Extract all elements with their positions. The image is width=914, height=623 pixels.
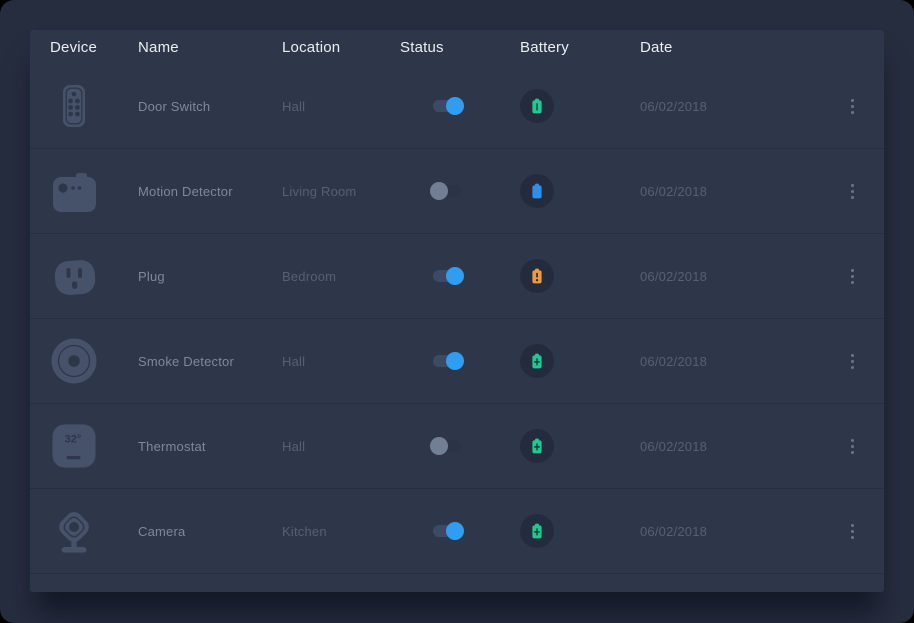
screen: Device Name Location Status Battery Date… bbox=[0, 0, 914, 623]
table-body: Door Switch Hall 06/02/2018 bbox=[30, 64, 884, 574]
device-date: 06/02/2018 bbox=[640, 354, 820, 369]
column-header-name: Name bbox=[138, 39, 282, 56]
status-cell bbox=[400, 352, 520, 370]
battery-cell bbox=[520, 89, 640, 123]
toggle-knob bbox=[430, 437, 448, 455]
table-row: Motion Detector Living Room 06/ bbox=[30, 149, 884, 234]
status-toggle[interactable] bbox=[430, 352, 464, 370]
remote-icon bbox=[50, 82, 98, 130]
column-header-battery: Battery bbox=[520, 39, 640, 56]
device-location: Kitchen bbox=[282, 524, 400, 539]
column-header-location: Location bbox=[282, 39, 400, 56]
kebab-menu-icon[interactable] bbox=[845, 348, 860, 375]
motion-icon bbox=[50, 167, 98, 215]
kebab-menu-icon[interactable] bbox=[845, 433, 860, 460]
device-date: 06/02/2018 bbox=[640, 439, 820, 454]
kebab-menu-icon[interactable] bbox=[845, 263, 860, 290]
table-row: Plug Bedroom 06/02/2018 bbox=[30, 234, 884, 319]
battery-icon bbox=[527, 181, 547, 201]
device-date: 06/02/2018 bbox=[640, 269, 820, 284]
battery-icon bbox=[527, 351, 547, 371]
battery-cell bbox=[520, 344, 640, 378]
device-cell bbox=[30, 252, 138, 300]
battery-cell bbox=[520, 514, 640, 548]
menu-cell bbox=[820, 178, 884, 205]
battery-cell bbox=[520, 174, 640, 208]
device-cell bbox=[30, 82, 138, 130]
status-cell bbox=[400, 182, 520, 200]
device-date: 06/02/2018 bbox=[640, 184, 820, 199]
device-name: Plug bbox=[138, 269, 282, 284]
device-cell bbox=[30, 507, 138, 555]
status-toggle[interactable] bbox=[430, 522, 464, 540]
device-date: 06/02/2018 bbox=[640, 524, 820, 539]
battery-indicator bbox=[520, 429, 554, 463]
device-name: Door Switch bbox=[138, 99, 282, 114]
battery-icon bbox=[527, 436, 547, 456]
device-name: Motion Detector bbox=[138, 184, 282, 199]
device-cell bbox=[30, 167, 138, 215]
column-header-device: Device bbox=[30, 39, 138, 56]
device-name: Camera bbox=[138, 524, 282, 539]
battery-indicator bbox=[520, 174, 554, 208]
toggle-knob bbox=[446, 97, 464, 115]
kebab-menu-icon[interactable] bbox=[845, 518, 860, 545]
status-toggle[interactable] bbox=[430, 97, 464, 115]
toggle-knob bbox=[430, 182, 448, 200]
toggle-knob bbox=[446, 267, 464, 285]
status-cell bbox=[400, 97, 520, 115]
table-row: Thermostat Hall 06/02/2018 bbox=[30, 404, 884, 489]
device-table-card: Device Name Location Status Battery Date… bbox=[30, 30, 884, 592]
device-date: 06/02/2018 bbox=[640, 99, 820, 114]
status-toggle[interactable] bbox=[430, 437, 464, 455]
toggle-knob bbox=[446, 352, 464, 370]
device-location: Hall bbox=[282, 99, 400, 114]
table-row: Door Switch Hall 06/02/2018 bbox=[30, 64, 884, 149]
battery-cell bbox=[520, 259, 640, 293]
status-toggle[interactable] bbox=[430, 267, 464, 285]
camera-icon bbox=[50, 507, 98, 555]
menu-cell bbox=[820, 348, 884, 375]
battery-indicator bbox=[520, 514, 554, 548]
device-cell bbox=[30, 422, 138, 470]
table-header: Device Name Location Status Battery Date bbox=[30, 30, 884, 64]
menu-cell bbox=[820, 93, 884, 120]
menu-cell bbox=[820, 263, 884, 290]
column-header-date: Date bbox=[640, 39, 820, 56]
status-cell bbox=[400, 437, 520, 455]
device-location: Hall bbox=[282, 439, 400, 454]
table-row: Camera Kitchen 06/02/2018 bbox=[30, 489, 884, 574]
battery-icon bbox=[527, 96, 547, 116]
toggle-knob bbox=[446, 522, 464, 540]
battery-indicator bbox=[520, 259, 554, 293]
thermostat-icon bbox=[50, 422, 98, 470]
plug-icon bbox=[50, 252, 98, 300]
kebab-menu-icon[interactable] bbox=[845, 178, 860, 205]
battery-indicator bbox=[520, 344, 554, 378]
device-location: Hall bbox=[282, 354, 400, 369]
menu-cell bbox=[820, 433, 884, 460]
column-header-status: Status bbox=[400, 39, 520, 56]
battery-cell bbox=[520, 429, 640, 463]
status-toggle[interactable] bbox=[430, 182, 464, 200]
device-name: Thermostat bbox=[138, 439, 282, 454]
smoke-icon bbox=[50, 337, 98, 385]
battery-icon bbox=[527, 266, 547, 286]
battery-icon bbox=[527, 521, 547, 541]
device-name: Smoke Detector bbox=[138, 354, 282, 369]
table-row: Smoke Detector Hall 06/02/2018 bbox=[30, 319, 884, 404]
device-location: Living Room bbox=[282, 184, 400, 199]
menu-cell bbox=[820, 518, 884, 545]
device-location: Bedroom bbox=[282, 269, 400, 284]
kebab-menu-icon[interactable] bbox=[845, 93, 860, 120]
battery-indicator bbox=[520, 89, 554, 123]
status-cell bbox=[400, 522, 520, 540]
status-cell bbox=[400, 267, 520, 285]
device-cell bbox=[30, 337, 138, 385]
